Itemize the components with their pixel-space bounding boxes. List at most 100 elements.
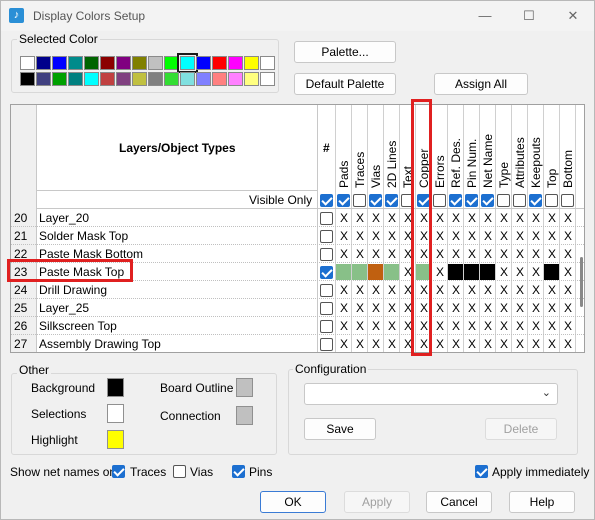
visible-only-checkbox[interactable] — [561, 194, 574, 207]
visible-only-checkbox[interactable] — [497, 194, 510, 207]
color-cell[interactable]: X — [432, 245, 448, 263]
apply-immediately-checkbox[interactable] — [475, 465, 488, 478]
color-cell[interactable]: X — [528, 317, 544, 335]
color-cell[interactable]: X — [352, 335, 368, 352]
color-cell[interactable]: X — [384, 281, 400, 299]
color-swatch[interactable] — [148, 72, 163, 86]
color-cell[interactable]: X — [336, 209, 352, 227]
color-cell[interactable]: X — [480, 281, 496, 299]
visible-only-checkbox[interactable] — [513, 194, 526, 207]
color-cell[interactable]: X — [432, 335, 448, 352]
color-cell[interactable] — [384, 264, 399, 280]
color-cell[interactable]: X — [544, 245, 560, 263]
color-cell[interactable]: X — [496, 335, 512, 352]
assign-all-button[interactable]: Assign All — [434, 73, 528, 95]
visible-only-checkbox[interactable] — [337, 194, 350, 207]
color-cell[interactable]: X — [432, 299, 448, 317]
color-cell[interactable]: X — [368, 299, 384, 317]
board-outline-color-box[interactable] — [236, 378, 253, 397]
color-cell[interactable]: X — [480, 245, 496, 263]
color-cell[interactable]: X — [544, 299, 560, 317]
maximize-button[interactable]: ☐ — [509, 6, 549, 26]
color-swatch[interactable] — [52, 72, 67, 86]
color-cell[interactable] — [480, 264, 495, 280]
column-header-traces[interactable]: Traces — [352, 105, 368, 191]
visible-only-checkbox[interactable] — [433, 194, 446, 207]
color-cell[interactable]: X — [496, 317, 512, 335]
color-cell[interactable]: X — [448, 245, 464, 263]
color-cell[interactable]: X — [432, 227, 448, 245]
color-swatch[interactable] — [180, 72, 195, 86]
color-cell[interactable]: X — [336, 299, 352, 317]
color-cell[interactable]: X — [336, 227, 352, 245]
color-swatch[interactable] — [116, 56, 131, 70]
color-cell[interactable]: X — [544, 335, 560, 352]
color-cell[interactable]: X — [544, 209, 560, 227]
selections-color-box[interactable] — [107, 404, 124, 423]
color-cell[interactable]: X — [512, 317, 528, 335]
color-cell[interactable]: X — [512, 245, 528, 263]
color-swatch[interactable] — [132, 72, 147, 86]
pins-checkbox[interactable] — [232, 465, 245, 478]
color-cell[interactable]: X — [528, 209, 544, 227]
color-cell[interactable]: X — [336, 317, 352, 335]
column-header-top[interactable]: Top — [544, 105, 560, 191]
color-cell[interactable] — [352, 264, 367, 280]
color-cell[interactable]: X — [560, 227, 576, 245]
configuration-dropdown[interactable]: ⌄ — [304, 383, 558, 405]
column-header-2d-lines[interactable]: 2D Lines — [384, 105, 400, 191]
color-cell[interactable]: X — [560, 299, 576, 317]
column-header-vias[interactable]: Vias — [368, 105, 384, 191]
layer-name[interactable]: Drill Drawing — [39, 283, 107, 297]
color-swatch[interactable] — [148, 56, 163, 70]
delete-button[interactable]: Delete — [485, 418, 557, 440]
layer-visible-checkbox[interactable] — [320, 320, 333, 333]
color-cell[interactable]: X — [464, 299, 480, 317]
column-header-keepouts[interactable]: Keepouts — [528, 105, 544, 191]
layer-name[interactable]: Silkscreen Top — [39, 319, 117, 333]
color-swatch[interactable] — [84, 56, 99, 70]
color-swatch[interactable] — [164, 72, 179, 86]
color-cell[interactable]: X — [560, 335, 576, 352]
color-cell[interactable]: X — [528, 263, 544, 281]
color-swatch[interactable] — [100, 72, 115, 86]
color-cell[interactable]: X — [368, 245, 384, 263]
color-cell[interactable]: X — [368, 335, 384, 352]
color-swatch[interactable] — [228, 72, 243, 86]
color-cell[interactable] — [544, 264, 559, 280]
grid-scrollbar[interactable] — [579, 105, 584, 352]
color-cell[interactable]: X — [480, 299, 496, 317]
color-cell[interactable]: X — [448, 335, 464, 352]
color-swatch[interactable] — [260, 72, 275, 86]
visible-only-checkbox[interactable] — [481, 194, 494, 207]
color-cell[interactable]: X — [544, 227, 560, 245]
color-cell[interactable]: X — [496, 263, 512, 281]
color-cell[interactable]: X — [544, 281, 560, 299]
column-header-type[interactable]: Type — [496, 105, 512, 191]
color-cell[interactable]: X — [384, 335, 400, 352]
color-swatch[interactable] — [68, 72, 83, 86]
visible-only-checkbox[interactable] — [320, 194, 333, 207]
color-cell[interactable]: X — [560, 245, 576, 263]
color-swatch[interactable] — [68, 56, 83, 70]
color-swatch[interactable] — [196, 72, 211, 86]
color-cell[interactable] — [368, 264, 383, 280]
color-swatch[interactable] — [36, 56, 51, 70]
layer-visible-checkbox[interactable] — [320, 284, 333, 297]
color-cell[interactable]: X — [496, 227, 512, 245]
color-cell[interactable]: X — [544, 317, 560, 335]
color-swatch[interactable] — [244, 56, 259, 70]
color-cell[interactable]: X — [384, 299, 400, 317]
color-swatch[interactable] — [212, 56, 227, 70]
layer-visible-checkbox[interactable] — [320, 302, 333, 315]
color-swatch[interactable] — [20, 72, 35, 86]
color-cell[interactable]: X — [512, 299, 528, 317]
color-cell[interactable]: X — [384, 317, 400, 335]
color-cell[interactable]: X — [464, 317, 480, 335]
highlight-color-box[interactable] — [107, 430, 124, 449]
color-swatch[interactable] — [177, 53, 198, 73]
color-cell[interactable]: X — [464, 209, 480, 227]
layer-name[interactable]: Solder Mask Top — [39, 229, 128, 243]
color-cell[interactable]: X — [368, 209, 384, 227]
traces-checkbox[interactable] — [112, 465, 125, 478]
